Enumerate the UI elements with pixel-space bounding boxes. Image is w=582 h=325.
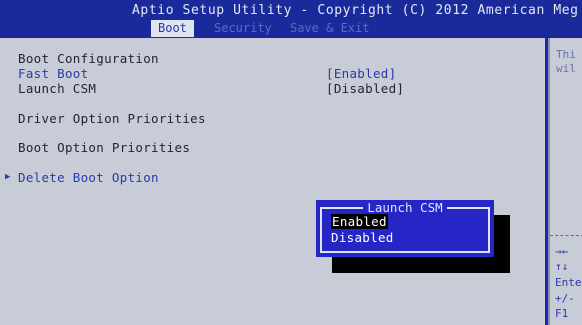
app-title: Aptio Setup Utility - Copyright (C) 2012… (132, 3, 579, 18)
select-screen-keys-icon: →← (555, 245, 569, 258)
launch-csm-value[interactable]: [Disabled] (326, 81, 404, 96)
option-enabled[interactable]: Enabled (331, 214, 388, 229)
submenu-arrow-icon: ▶ (5, 172, 11, 182)
help-text-line: Thi (556, 48, 576, 61)
popup-title: Launch CSM (316, 200, 494, 215)
tab-save-exit[interactable]: Save & Exit (290, 20, 369, 37)
section-title: Boot Configuration (18, 51, 159, 66)
tab-security[interactable]: Security (214, 20, 272, 37)
help-panel: Thi wil →← ↑↓ Ente +/- F1 (548, 38, 582, 325)
boot-option-priorities[interactable]: Boot Option Priorities (18, 140, 190, 155)
change-option-key-hint: +/- (555, 292, 575, 305)
delete-boot-option[interactable]: Delete Boot Option (18, 170, 159, 185)
launch-csm-label[interactable]: Launch CSM (18, 81, 96, 96)
tab-bar: Boot Security Save & Exit (0, 20, 582, 38)
help-divider (550, 235, 582, 236)
driver-option-priorities[interactable]: Driver Option Priorities (18, 111, 206, 126)
fast-boot-label[interactable]: Fast Boot (18, 66, 88, 81)
help-text-line: wil (556, 62, 576, 75)
settings-panel: Boot Configuration Fast Boot [Enabled] L… (0, 38, 545, 325)
option-disabled[interactable]: Disabled (331, 230, 394, 245)
tab-boot[interactable]: Boot (151, 20, 194, 37)
launch-csm-popup: Launch CSM Enabled Disabled (316, 200, 494, 257)
title-bar: Aptio Setup Utility - Copyright (C) 2012… (0, 0, 582, 38)
select-item-keys-icon: ↑↓ (555, 260, 569, 273)
enter-key-hint: Ente (555, 276, 582, 289)
f1-key-hint: F1 (555, 307, 569, 320)
popup-title-text: Launch CSM (363, 200, 447, 215)
fast-boot-value[interactable]: [Enabled] (326, 66, 396, 81)
